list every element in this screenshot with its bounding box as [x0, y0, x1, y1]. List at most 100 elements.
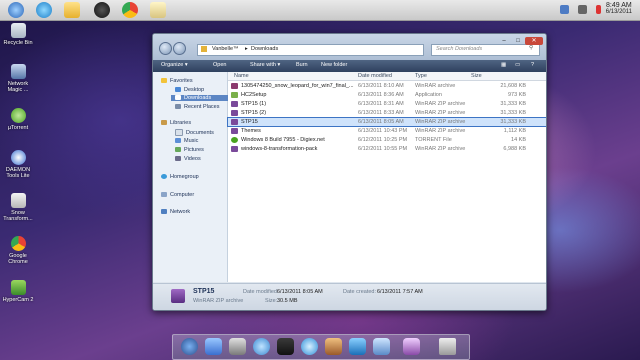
itunes-icon[interactable] [301, 338, 318, 355]
address-bar[interactable]: Vanbelle™ ▸ Downloads [197, 44, 424, 56]
zip-icon [171, 289, 185, 303]
search-icon: ⚲ [529, 45, 534, 51]
table-row-selected[interactable]: STP15 6/13/2011 8:05 AM WinRAR ZIP archi… [227, 117, 546, 127]
downloads-icon [175, 95, 181, 101]
sidebar-item-recent-places[interactable]: Recent Places [175, 104, 219, 110]
column-size[interactable]: Size [471, 73, 482, 79]
sidebar-item-videos[interactable]: Videos [175, 156, 201, 162]
view-options-icon[interactable]: ▦ [501, 62, 506, 68]
help-icon[interactable]: ? [531, 62, 534, 68]
desktop-icon [175, 87, 181, 93]
sidebar-item-desktop[interactable]: Desktop [175, 87, 204, 93]
search-input[interactable]: Search Downloads [436, 46, 482, 52]
chrome-icon[interactable] [122, 2, 138, 18]
sidebar-network[interactable]: Network [161, 209, 190, 215]
sidebar-item-documents[interactable]: Documents [175, 129, 214, 136]
sidebar-favorites[interactable]: Favorites [161, 78, 193, 84]
file-date: 6/12/2011 10:25 PM [358, 137, 408, 143]
file-type: WinRAR archive [415, 83, 456, 89]
clock[interactable]: 8:49 AM 6/13/2011 [606, 2, 632, 15]
network-tray-icon[interactable] [560, 5, 569, 14]
file-date: 6/12/2011 10:55 PM [358, 146, 408, 152]
open-button[interactable]: Open [213, 62, 226, 68]
back-button[interactable] [159, 42, 172, 55]
breadcrumb-separator: ▸ [245, 46, 248, 52]
sidebar-item-pictures[interactable]: Pictures [175, 147, 204, 153]
sidebar-computer[interactable]: Computer [161, 192, 194, 198]
hypercam-icon[interactable] [150, 2, 166, 18]
details-size-label: Size: [265, 298, 278, 304]
file-size: 6,988 KB [503, 146, 526, 152]
display-icon[interactable] [373, 338, 390, 355]
desktop-icon-hypercam[interactable]: HyperCam 2 [2, 280, 34, 303]
homegroup-icon [161, 174, 167, 180]
organize-button[interactable]: Organize ▾ [161, 62, 188, 68]
close-button[interactable]: ✕ [525, 37, 543, 45]
column-type[interactable]: Type [415, 73, 427, 79]
column-date-modified[interactable]: Date modified [358, 73, 392, 79]
media-icon[interactable] [94, 2, 110, 18]
share-with-button[interactable]: Share with ▾ [250, 62, 280, 68]
file-size: 31,333 KB [500, 101, 526, 107]
maximize-button[interactable]: □ [511, 37, 525, 45]
trash-icon[interactable] [439, 338, 456, 355]
file-size: 973 KB [507, 92, 526, 98]
launchpad-icon[interactable] [181, 338, 198, 355]
table-row[interactable]: STP15 (2) 6/13/2011 8:33 AM WinRAR ZIP a… [228, 109, 546, 117]
sidebar-item-downloads[interactable]: Downloads [171, 95, 229, 101]
appstore-icon[interactable] [349, 338, 366, 355]
desktop-icon-recycle-bin[interactable]: Recycle Bin [2, 23, 34, 46]
ie-icon[interactable] [36, 2, 52, 18]
breadcrumb-vanbelle[interactable]: Vanbelle™ [212, 46, 239, 52]
explorer-window: Vanbelle™ ▸ Downloads Search Downloads ⚲… [152, 33, 547, 311]
breadcrumb-downloads[interactable]: Downloads [251, 46, 278, 52]
file-date: 6/13/2011 8:31 AM [358, 101, 404, 107]
forward-button[interactable] [173, 42, 186, 55]
recent-places-icon [175, 104, 181, 110]
preview-pane-icon[interactable]: ▭ [515, 62, 520, 68]
sidebar-libraries[interactable]: Libraries [161, 120, 191, 126]
home-icon[interactable] [325, 338, 342, 355]
desktop-icon-network-magic[interactable]: Network Magic ... [2, 64, 34, 93]
file-size: 14 KB [511, 137, 526, 143]
maps-icon[interactable] [403, 338, 420, 355]
ichat-icon[interactable] [253, 338, 270, 355]
clock-date: 6/13/2011 [605, 9, 632, 15]
folder-icon[interactable] [64, 2, 80, 18]
calculator-icon[interactable] [229, 338, 246, 355]
computer-icon [161, 192, 167, 198]
pictures-icon [175, 147, 181, 153]
sidebar-homegroup[interactable]: Homegroup [161, 174, 199, 180]
minimize-button[interactable]: – [497, 37, 511, 45]
table-row[interactable]: 1305474250_snow_leopard_for_win7_final_.… [228, 82, 546, 90]
file-name: 1305474250_snow_leopard_for_win7_final_.… [241, 83, 354, 89]
column-name[interactable]: Name [234, 73, 249, 79]
start-orb-icon[interactable] [8, 2, 24, 18]
desktop-icon-daemon-tools[interactable]: DAEMON Tools Lite [2, 150, 34, 179]
desktop-icon-google-chrome[interactable]: Google Chrome [2, 236, 34, 265]
table-row[interactable]: Themes 6/13/2011 10:43 PM WinRAR ZIP arc… [228, 127, 546, 135]
table-row[interactable]: windows-8-transformation-pack 6/12/2011 … [228, 145, 546, 153]
desktop-icon-snow-transform[interactable]: Snow Transform... [2, 193, 34, 222]
burn-button[interactable]: Burn [296, 62, 308, 68]
flag-tray-icon[interactable] [596, 5, 601, 14]
hypercam-icon [10, 280, 26, 295]
file-date: 6/13/2011 8:33 AM [358, 110, 404, 116]
clock-time: 8:49 AM [606, 2, 632, 9]
table-row[interactable]: STP15 (1) 6/13/2011 8:31 AM WinRAR ZIP a… [228, 100, 546, 108]
file-name: STP15 (2) [241, 110, 267, 116]
documents-icon [175, 129, 183, 136]
details-pane: STP15 WinRAR ZIP archive Date modified: … [153, 283, 546, 310]
dashboard-icon[interactable] [277, 338, 294, 355]
new-folder-button[interactable]: New folder [321, 62, 347, 68]
finder-icon[interactable] [205, 338, 222, 355]
search-box[interactable]: Search Downloads ⚲ [431, 44, 540, 56]
zip-icon [231, 146, 238, 152]
star-icon [161, 78, 167, 84]
table-row[interactable]: HC2Setup 6/13/2011 8:36 AM Application 9… [228, 91, 546, 99]
volume-tray-icon[interactable] [578, 5, 587, 14]
table-row[interactable]: Windows 8 Build 7955 - Digiex.net 6/12/2… [228, 136, 546, 144]
desktop-icon-utorrent[interactable]: µTorrent [2, 108, 34, 131]
sidebar-item-music[interactable]: Music [175, 138, 198, 144]
file-type: WinRAR ZIP archive [415, 128, 466, 134]
